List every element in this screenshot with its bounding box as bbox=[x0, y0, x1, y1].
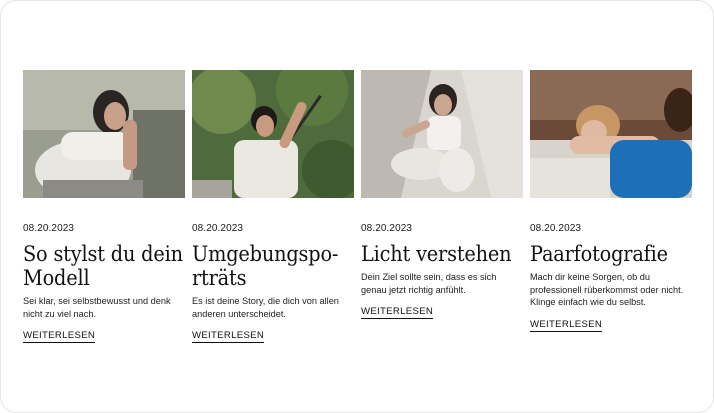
blog-card-photo[interactable] bbox=[530, 70, 692, 198]
blog-card-description: Sei klar, sei selbstbewusst und denk nic… bbox=[23, 296, 171, 319]
blog-card-title[interactable]: Licht verstehen bbox=[361, 242, 523, 266]
blog-card: 08.20.2023 So stylst du dein Modell Sei … bbox=[23, 70, 185, 343]
blog-card-date: 08.20.2023 bbox=[23, 223, 75, 234]
page-frame: 08.20.2023 So stylst du dein Modell Sei … bbox=[0, 0, 714, 413]
woman-portrait-photo bbox=[23, 70, 185, 198]
blog-card-description: Es ist deine Story, die dich von allen a… bbox=[192, 296, 339, 319]
blog-card-title[interactable]: Paarfotografie bbox=[530, 242, 692, 266]
blog-card-date: 08.20.2023 bbox=[361, 223, 413, 234]
blog-card: 08.20.2023 Umgebungspo-rträts Es ist dei… bbox=[192, 70, 354, 343]
blog-card-list: 08.20.2023 So stylst du dein Modell Sei … bbox=[23, 70, 695, 370]
read-more-link[interactable]: WEITERLESEN bbox=[361, 306, 434, 319]
blog-card-date: 08.20.2023 bbox=[530, 223, 582, 234]
couple-portrait-photo bbox=[530, 70, 692, 198]
blog-card-date: 08.20.2023 bbox=[192, 223, 244, 234]
blog-card-photo[interactable] bbox=[361, 70, 523, 198]
environmental-portrait-photo bbox=[192, 70, 354, 198]
read-more-link[interactable]: WEITERLESEN bbox=[192, 330, 265, 343]
read-more-link[interactable]: WEITERLESEN bbox=[23, 330, 96, 343]
light-portrait-photo bbox=[361, 70, 523, 198]
blog-card: 08.20.2023 Licht verstehen Dein Ziel sol… bbox=[361, 70, 523, 319]
blog-card-photo[interactable] bbox=[23, 70, 185, 198]
blog-card: 08.20.2023 Paarfotografie Mach dir keine… bbox=[530, 70, 692, 332]
read-more-link[interactable]: WEITERLESEN bbox=[530, 319, 603, 332]
blog-card-title[interactable]: So stylst du dein Modell bbox=[23, 242, 185, 290]
blog-card-photo[interactable] bbox=[192, 70, 354, 198]
blog-card-description: Dein Ziel sollte sein, dass es sich gena… bbox=[361, 272, 497, 295]
blog-card-description: Mach dir keine Sorgen, ob du professione… bbox=[530, 272, 684, 307]
blog-card-title[interactable]: Umgebungspo-rträts bbox=[192, 242, 354, 290]
